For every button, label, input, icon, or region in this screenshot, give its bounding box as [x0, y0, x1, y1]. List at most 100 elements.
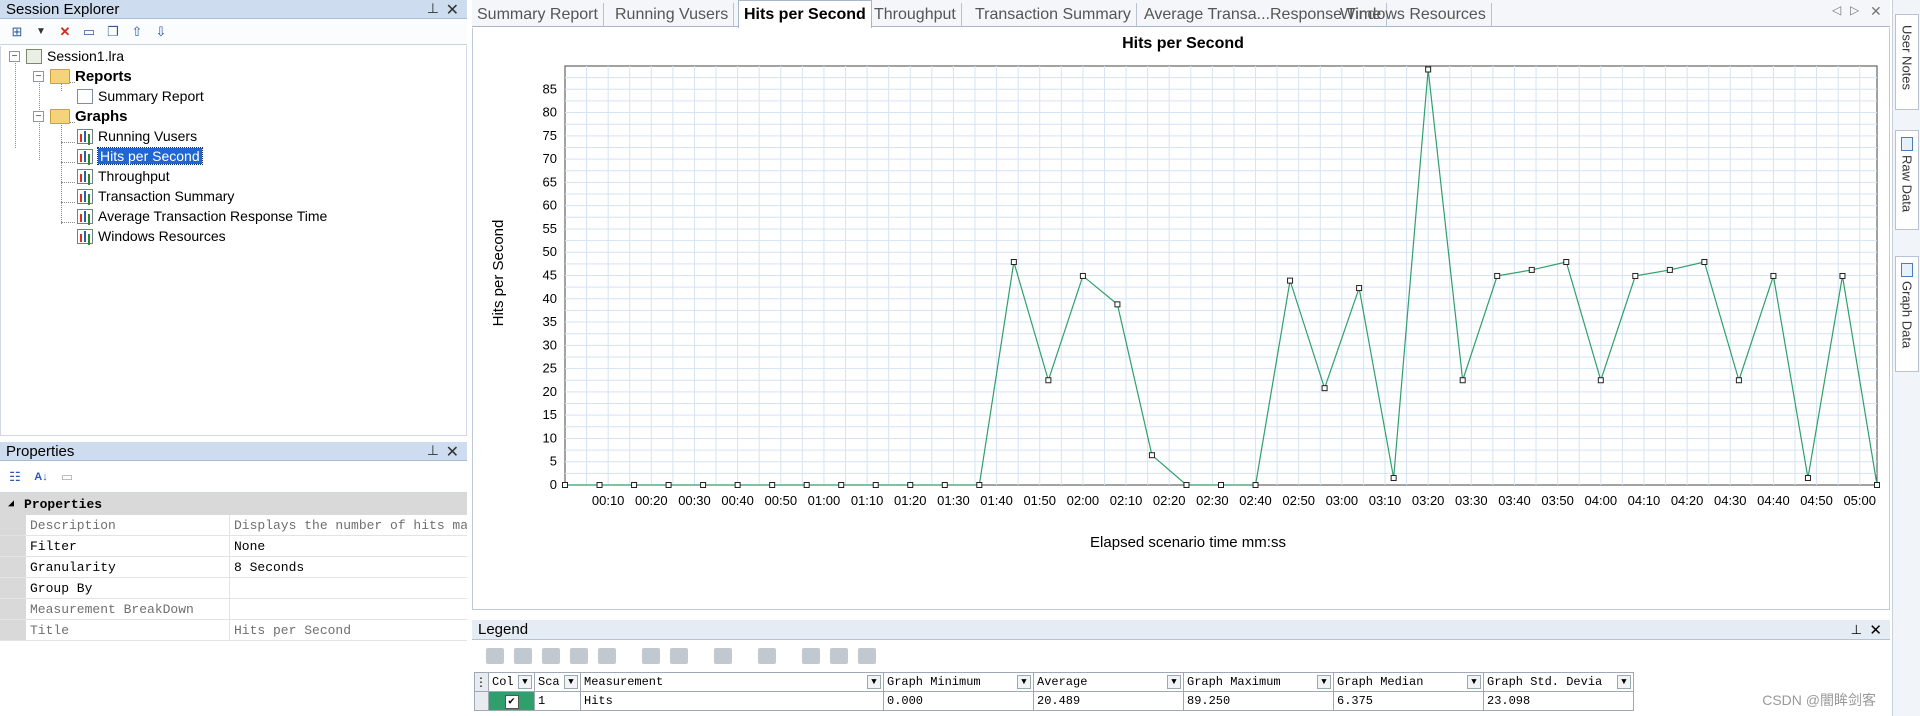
legend-tool-icon[interactable] — [830, 648, 848, 664]
data-point[interactable] — [562, 482, 568, 488]
delete-icon[interactable]: ✕ — [56, 23, 74, 41]
data-point[interactable] — [1770, 272, 1777, 279]
legend-tool-icon[interactable] — [670, 648, 688, 664]
data-point[interactable] — [1735, 377, 1742, 384]
data-point[interactable] — [1632, 272, 1639, 279]
column-header[interactable]: Graph Minimum ▼ — [883, 672, 1034, 692]
data-point[interactable] — [1701, 258, 1708, 265]
property-pages-icon[interactable]: ▭ — [58, 468, 76, 486]
legend-tool-icon[interactable] — [542, 648, 560, 664]
close-icon[interactable]: ✕ — [446, 0, 459, 20]
data-point[interactable] — [1183, 482, 1190, 488]
data-point[interactable] — [769, 482, 776, 488]
data-point[interactable] — [1804, 475, 1811, 482]
column-header[interactable]: Col ▼ — [488, 672, 535, 692]
legend-tool-icon[interactable] — [486, 648, 504, 664]
tree-item-hits-per-second[interactable]: Hits per Second — [77, 146, 203, 166]
move-down-icon[interactable]: ⇩ — [152, 23, 170, 41]
tab-running-vusers[interactable]: Running Vusers — [610, 3, 735, 27]
property-value[interactable] — [230, 599, 467, 619]
raw-data-tab[interactable]: Raw Data — [1895, 130, 1919, 230]
column-header[interactable]: Measurement ▼ — [580, 672, 884, 692]
tab-hits-per-second[interactable]: Hits per Second — [738, 0, 872, 28]
filter-icon[interactable] — [598, 648, 616, 664]
column-header[interactable]: Sca ▼ — [534, 672, 581, 692]
data-point[interactable] — [1563, 258, 1570, 265]
legend-tool-icon[interactable] — [642, 648, 660, 664]
property-row[interactable]: Measurement BreakDown — [0, 599, 467, 620]
tree-item-summary-report[interactable]: Summary Report — [77, 86, 204, 106]
property-row[interactable]: Group By — [0, 578, 467, 599]
data-point[interactable] — [596, 482, 603, 488]
data-point[interactable] — [1287, 277, 1294, 284]
property-value[interactable] — [230, 578, 467, 598]
dropdown-icon[interactable]: ▼ — [867, 675, 881, 689]
property-value[interactable]: None — [230, 536, 467, 556]
series-color-swatch[interactable]: ✔ — [488, 691, 535, 711]
dropdown-icon[interactable]: ▼ — [1317, 675, 1331, 689]
data-point[interactable] — [1321, 385, 1328, 392]
dropdown-arrow-icon[interactable]: ▼ — [32, 23, 50, 41]
dropdown-icon[interactable]: ▼ — [518, 675, 532, 689]
data-point[interactable] — [700, 482, 707, 488]
user-notes-tab[interactable]: User Notes — [1895, 14, 1919, 110]
data-point[interactable] — [1459, 377, 1466, 384]
copy-icon[interactable]: ❐ — [104, 23, 122, 41]
pin-icon[interactable]: ⊥ — [427, 442, 439, 459]
data-point[interactable] — [1874, 482, 1880, 488]
sort-alphabetical-icon[interactable]: A↓ — [32, 468, 50, 486]
graph-data-tab[interactable]: Graph Data — [1895, 256, 1919, 372]
tree-item-avg-transaction-response-time[interactable]: Average Transaction Response Time — [77, 206, 327, 226]
collapse-icon[interactable]: − — [33, 110, 44, 122]
tab-scroll-right-icon[interactable]: ▷ — [1850, 3, 1859, 17]
property-value[interactable]: Hits per Second — [230, 620, 467, 640]
pin-icon[interactable]: ⊥ — [1851, 622, 1862, 638]
property-row[interactable]: Filter None — [0, 536, 467, 557]
collapse-icon[interactable]: − — [33, 70, 44, 82]
visibility-checkbox[interactable]: ✔ — [504, 694, 519, 709]
data-point[interactable] — [665, 482, 672, 488]
data-point[interactable] — [734, 482, 741, 488]
dropdown-icon[interactable]: ▼ — [1167, 675, 1181, 689]
property-row[interactable]: Title Hits per Second — [0, 620, 467, 641]
column-header[interactable]: Average ▼ — [1033, 672, 1184, 692]
data-point[interactable] — [1390, 475, 1397, 482]
legend-tool-icon[interactable] — [514, 648, 532, 664]
data-point[interactable] — [1425, 66, 1432, 73]
data-point[interactable] — [1252, 482, 1259, 488]
collapse-triangle-icon[interactable]: ◢ — [8, 498, 14, 510]
categorized-icon[interactable]: ☷ — [6, 468, 24, 486]
row-selector[interactable] — [474, 691, 489, 711]
collapse-icon[interactable]: − — [9, 50, 20, 62]
legend-tool-icon[interactable] — [758, 648, 776, 664]
data-point[interactable] — [1218, 482, 1224, 488]
property-row[interactable]: Description Displays the number of hits … — [0, 515, 467, 536]
column-header[interactable]: Graph Median ▼ — [1333, 672, 1484, 692]
dropdown-icon[interactable]: ▼ — [564, 675, 578, 689]
tree-item-graphs[interactable]: − Graphs — [33, 106, 128, 126]
close-tab-icon[interactable]: ✕ — [1870, 3, 1882, 20]
tab-transaction-summary[interactable]: Transaction Summary — [970, 3, 1137, 27]
property-category[interactable]: ◢ Properties — [0, 493, 467, 515]
data-point[interactable] — [1528, 266, 1535, 273]
tree-item-transaction-summary[interactable]: Transaction Summary — [77, 186, 234, 206]
dropdown-icon[interactable]: ▼ — [1617, 675, 1631, 689]
property-value[interactable]: Displays the number of hits mad — [230, 515, 467, 535]
column-header[interactable]: Graph Maximum ▼ — [1183, 672, 1334, 692]
data-point[interactable] — [1839, 272, 1846, 279]
data-point[interactable] — [1114, 301, 1121, 308]
data-point[interactable] — [1079, 272, 1086, 279]
data-point[interactable] — [1045, 377, 1052, 384]
pin-icon[interactable]: ⊥ — [427, 0, 439, 17]
tree-item-reports[interactable]: − Reports — [33, 66, 132, 86]
property-row[interactable]: Granularity 8 Seconds — [0, 557, 467, 578]
move-up-icon[interactable]: ⇧ — [128, 23, 146, 41]
data-point[interactable] — [838, 482, 845, 488]
tab-scroll-left-icon[interactable]: ◁ — [1832, 3, 1841, 17]
dropdown-icon[interactable]: ▼ — [1467, 675, 1481, 689]
legend-tool-icon[interactable] — [570, 648, 588, 664]
column-header[interactable]: Graph Std. Devia ▼ — [1483, 672, 1634, 692]
data-point[interactable] — [1597, 377, 1604, 384]
data-point[interactable] — [872, 482, 879, 488]
data-point[interactable] — [941, 482, 948, 488]
